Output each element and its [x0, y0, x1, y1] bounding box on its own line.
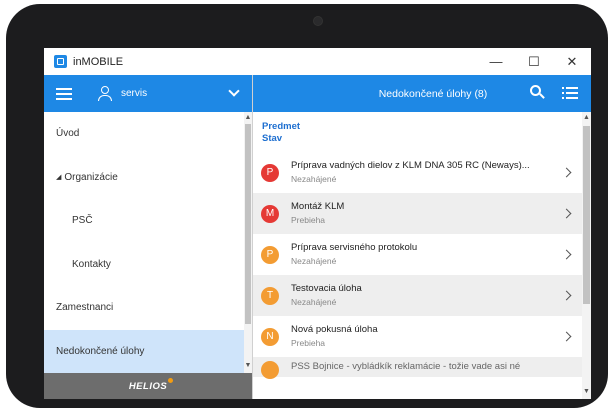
- scroll-down-arrow-icon[interactable]: ▼: [582, 388, 591, 395]
- user-icon: [97, 85, 113, 102]
- chevron-right-icon[interactable]: [561, 167, 572, 178]
- scroll-up-arrow-icon[interactable]: ▲: [244, 114, 252, 121]
- helios-logo: HELIOS: [128, 377, 174, 392]
- chevron-right-icon[interactable]: [561, 331, 572, 342]
- avatar: P: [261, 163, 279, 182]
- title-bar: inMOBILE — ☐ ✕: [44, 48, 591, 75]
- expand-triangle-icon[interactable]: ◢: [56, 173, 61, 181]
- menu-item-psc[interactable]: PSČ: [44, 199, 244, 243]
- menu-item-label: Kontakty: [72, 258, 111, 270]
- menu-item-label: PSČ: [72, 215, 93, 227]
- task-status: Nezahájené: [291, 297, 337, 307]
- brand-footer: HELIOS: [44, 373, 252, 399]
- list-item[interactable]: P Príprava vadných dielov z KLM DNA 305 …: [253, 152, 582, 193]
- camera: [313, 16, 323, 26]
- menu-item-nedokoncene-ulohy[interactable]: Nedokončené úlohy: [44, 329, 244, 373]
- list-view-icon[interactable]: [562, 87, 578, 99]
- window-controls: — ☐ ✕: [477, 48, 591, 75]
- menu-item-kontakty[interactable]: Kontakty: [44, 243, 244, 287]
- left-header: servis: [44, 75, 252, 112]
- chevron-right-icon[interactable]: [561, 208, 572, 219]
- maximize-button[interactable]: ☐: [515, 48, 553, 75]
- avatar: T: [261, 286, 279, 305]
- list-item[interactable]: PSS Bojnice - vybládkík reklamácie - tož…: [253, 357, 582, 379]
- task-title: Príprava vadných dielov z KLM DNA 305 RC…: [291, 160, 530, 171]
- list-item[interactable]: M Montáž KLM Prebieha: [253, 193, 582, 234]
- chevron-right-icon[interactable]: [561, 249, 572, 260]
- scrollbar-thumb[interactable]: [583, 126, 590, 304]
- user-name[interactable]: servis: [121, 88, 147, 99]
- avatar: [261, 361, 279, 379]
- menu-item-organizacie[interactable]: ◢ Organizácie: [44, 156, 244, 200]
- column-header-predmet: Predmet: [262, 121, 301, 132]
- minimize-button[interactable]: —: [477, 48, 515, 75]
- menu-item-label: Úvod: [56, 128, 80, 140]
- brand-text: HELIOS: [128, 380, 168, 392]
- task-title: Príprava servisného protokolu: [291, 242, 418, 253]
- column-header-stav: Stav: [262, 133, 283, 144]
- tablet-frame: inMOBILE — ☐ ✕ servis Nedokončené úlohy …: [6, 4, 608, 408]
- list-item[interactable]: N Nová pokusná úloha Prebieha: [253, 316, 582, 357]
- page-title: Nedokončené úlohy (8): [378, 87, 488, 100]
- task-title: Nová pokusná úloha: [291, 324, 378, 335]
- task-list: Predmet Stav P Príprava vadných dielov z…: [253, 112, 582, 399]
- task-title: PSS Bojnice - vybládkík reklamácie - tož…: [291, 361, 521, 372]
- hamburger-menu-icon[interactable]: [56, 87, 72, 100]
- task-title: Testovacia úloha: [291, 283, 362, 294]
- app-title: inMOBILE: [73, 55, 124, 68]
- app-logo-icon: [54, 55, 67, 68]
- task-status: Nezahájené: [291, 256, 337, 266]
- task-status: Prebieha: [291, 215, 326, 225]
- search-icon[interactable]: [530, 85, 545, 100]
- navigation-menu: Úvod ◢ Organizácie PSČ Kontakty Zamestna…: [44, 112, 244, 373]
- avatar: M: [261, 204, 279, 223]
- scrollbar-thumb[interactable]: [245, 124, 251, 324]
- right-header: Nedokončené úlohy (8): [253, 75, 591, 112]
- menu-item-label: Organizácie: [64, 171, 118, 183]
- scroll-up-arrow-icon[interactable]: ▲: [582, 114, 591, 121]
- list-item[interactable]: T Testovacia úloha Nezahájené: [253, 275, 582, 316]
- list-header: Predmet Stav: [253, 112, 582, 152]
- menu-item-label: Zamestnanci: [56, 302, 114, 314]
- avatar: N: [261, 327, 279, 346]
- avatar: P: [261, 245, 279, 264]
- menu-item-zamestnanci[interactable]: Zamestnanci: [44, 286, 244, 330]
- task-status: Nezahájené: [291, 174, 337, 184]
- menu-item-label: Nedokončené úlohy: [56, 345, 145, 357]
- close-button[interactable]: ✕: [553, 48, 591, 75]
- list-scrollbar[interactable]: ▲ ▼: [582, 112, 591, 399]
- menu-scrollbar[interactable]: ▲ ▼: [244, 112, 252, 373]
- chevron-down-icon[interactable]: [228, 85, 240, 97]
- task-title: Montáž KLM: [291, 201, 345, 212]
- brand-dot: [168, 377, 174, 383]
- list-item[interactable]: P Príprava servisného protokolu Nezaháje…: [253, 234, 582, 275]
- menu-item-uvod[interactable]: Úvod: [44, 112, 244, 156]
- app-window: inMOBILE — ☐ ✕ servis Nedokončené úlohy …: [44, 48, 591, 399]
- chevron-right-icon[interactable]: [561, 290, 572, 301]
- scroll-down-arrow-icon[interactable]: ▼: [244, 362, 252, 369]
- task-status: Prebieha: [291, 338, 326, 348]
